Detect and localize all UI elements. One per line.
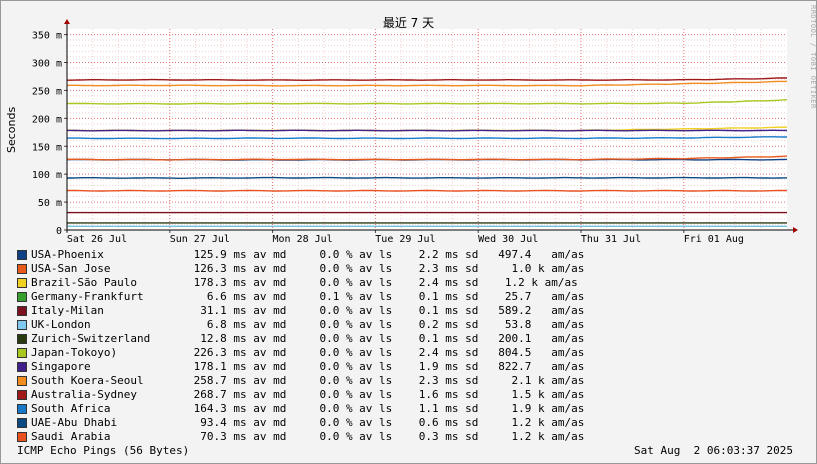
series-line [67, 189, 787, 192]
y-tick-label: 300 m [32, 59, 62, 70]
x-tick-label: Wed 30 Jul [478, 234, 538, 245]
legend-swatch [17, 292, 27, 302]
legend-series-name: Germany-Frankfurt [31, 290, 144, 303]
legend-series-name: Singapore [31, 360, 91, 373]
legend-swatch [17, 306, 27, 316]
legend-stats: 125.9 ms av md 0.0 % av ls 2.2 ms sd 497… [187, 248, 585, 261]
legend-swatch [17, 334, 27, 344]
legend-stats: 178.1 ms av md 0.0 % av ls 1.9 ms sd 822… [187, 360, 585, 373]
y-tick-label: 150 m [32, 142, 62, 153]
legend-swatch [17, 250, 27, 260]
probe-description: ICMP Echo Pings (56 Bytes) [17, 444, 190, 457]
legend-swatch [17, 404, 27, 414]
legend-swatch [17, 418, 27, 428]
legend-series-name: Australia-Sydney [31, 388, 137, 401]
legend-stats: 164.3 ms av md 0.0 % av ls 1.1 ms sd 1.9… [187, 402, 585, 415]
x-tick-label: Tue 29 Jul [375, 234, 435, 245]
legend-swatch [17, 432, 27, 442]
y-tick-label: 50 m [38, 198, 62, 209]
legend-stats: 126.3 ms av md 0.0 % av ls 2.3 ms sd 1.0… [187, 262, 585, 275]
legend-stats: 93.4 ms av md 0.0 % av ls 0.6 ms sd 1.2 … [187, 416, 585, 429]
legend-series-name: South Koera-Seoul [31, 374, 144, 387]
y-tick-label: 100 m [32, 170, 62, 181]
legend-series-name: UAE-Abu Dhabi [31, 416, 118, 429]
y-tick-label: 250 m [32, 86, 62, 97]
series-line [67, 176, 787, 179]
x-tick-label: Fri 01 Aug [684, 234, 744, 245]
y-tick-label: 350 m [32, 31, 62, 42]
legend-stats: 178.3 ms av md 0.0 % av ls 2.4 ms sd 1.2… [187, 276, 578, 289]
legend-swatch [17, 348, 27, 358]
smokeping-graph: 最近 7 天 Seconds RRDTOOL / TOBI OETIKER 05… [0, 0, 817, 464]
legend-stats: 12.8 ms av md 0.0 % av ls 0.1 ms sd 200.… [187, 332, 585, 345]
legend-stats: 31.1 ms av md 0.0 % av ls 0.1 ms sd 589.… [187, 304, 585, 317]
legend-series-name: Zurich-Switzerland [31, 332, 151, 345]
legend-swatch [17, 376, 27, 386]
legend-series-name: UK-London [31, 318, 91, 331]
y-axis-arrow [64, 19, 70, 24]
legend-series-name: Brazil-São Paulo [31, 276, 137, 289]
y-tick-label: 0 [56, 226, 62, 237]
legend-stats: 268.7 ms av md 0.0 % av ls 1.6 ms sd 1.5… [187, 388, 585, 401]
legend-stats: 258.7 ms av md 0.0 % av ls 2.3 ms sd 2.1… [187, 374, 585, 387]
x-tick-label: Sat 26 Jul [67, 234, 127, 245]
legend-series-name: South Africa [31, 402, 111, 415]
graph-timestamp: Sat Aug 2 06:03:37 2025 [634, 444, 793, 457]
legend-swatch [17, 362, 27, 372]
legend-series-name: USA-Phoenix [31, 248, 104, 261]
x-tick-label: Sun 27 Jul [170, 234, 230, 245]
x-tick-label: Mon 28 Jul [272, 234, 332, 245]
legend-stats: 6.6 ms av md 0.1 % av ls 0.1 ms sd 25.7 … [187, 290, 585, 303]
legend-stats: 226.3 ms av md 0.0 % av ls 2.4 ms sd 804… [187, 346, 585, 359]
legend-stats: 70.3 ms av md 0.0 % av ls 0.3 ms sd 1.2 … [187, 430, 585, 443]
y-tick-label: 200 m [32, 114, 62, 125]
legend-swatch [17, 320, 27, 330]
x-tick-label: Thu 31 Jul [581, 234, 641, 245]
legend-stats: 6.8 ms av md 0.0 % av ls 0.2 ms sd 53.8 … [187, 318, 585, 331]
series-line [67, 129, 788, 132]
legend-series-name: Italy-Milan [31, 304, 104, 317]
legend-series-name: Japan-Tokoyo) [31, 346, 118, 359]
legend-series-name: USA-San Jose [31, 262, 111, 275]
legend-swatch [17, 278, 27, 288]
legend-series-name: Saudi Arabia [31, 430, 111, 443]
legend-swatch [17, 264, 27, 274]
x-axis-arrow [793, 227, 798, 233]
legend-swatch [17, 390, 27, 400]
